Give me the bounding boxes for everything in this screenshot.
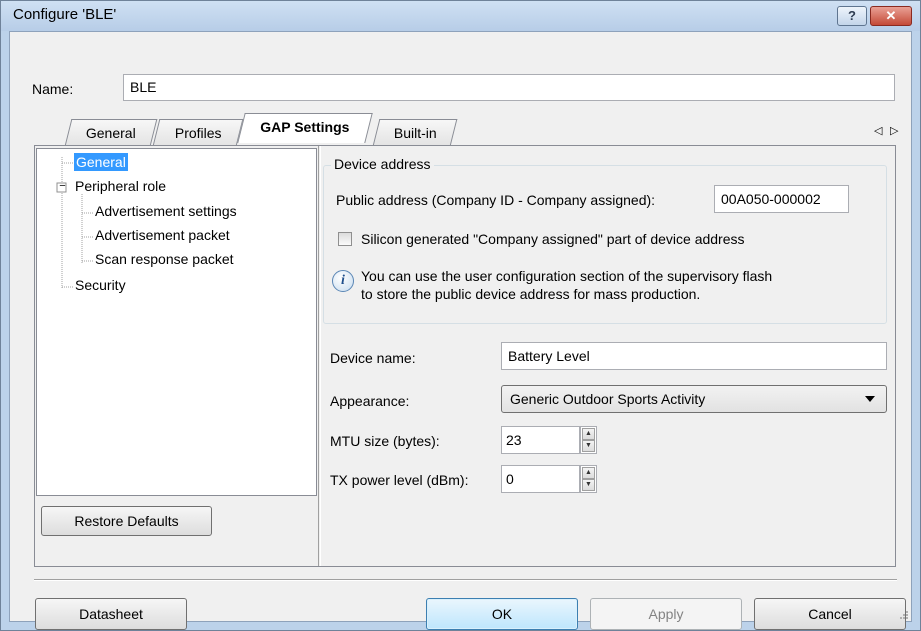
- close-button[interactable]: ✕: [870, 6, 912, 26]
- cancel-button[interactable]: Cancel: [754, 598, 906, 630]
- tx-up-icon[interactable]: ▲: [582, 467, 595, 479]
- info-text-line1: You can use the user configuration secti…: [361, 268, 773, 284]
- tx-power-stepper[interactable]: ▲ ▼: [580, 465, 597, 493]
- bottom-separator: [34, 579, 897, 581]
- tab-gap-settings[interactable]: GAP Settings: [237, 113, 373, 143]
- resize-grip-icon[interactable]: [899, 610, 909, 620]
- info-icon: i: [332, 270, 354, 292]
- tab-profiles-label: Profiles: [174, 125, 222, 141]
- device-address-legend: Device address: [331, 156, 434, 172]
- tx-power-label: TX power level (dBm):: [330, 472, 469, 488]
- tab-scroll-left-icon[interactable]: ◁: [874, 124, 882, 137]
- name-input[interactable]: BLE: [123, 74, 895, 101]
- datasheet-button[interactable]: Datasheet: [35, 598, 187, 630]
- tree-item-security[interactable]: Security: [75, 277, 126, 293]
- public-address-input[interactable]: 00A050-000002: [714, 185, 849, 213]
- tree-item-peripheral-role[interactable]: Peripheral role: [75, 178, 166, 194]
- configure-dialog: Configure 'BLE' ? ✕ Name: BLE General Pr…: [0, 0, 921, 631]
- appearance-label: Appearance:: [330, 393, 410, 409]
- tree-item-scan-response-packet[interactable]: Scan response packet: [95, 251, 234, 267]
- silicon-generated-checkbox[interactable]: [338, 232, 352, 246]
- tx-down-icon[interactable]: ▼: [582, 479, 595, 491]
- mtu-size-input[interactable]: 23: [501, 426, 580, 454]
- title-bar[interactable]: Configure 'BLE' ? ✕: [1, 1, 920, 31]
- peripheral-expander-icon[interactable]: −: [58, 180, 67, 192]
- tree-item-general[interactable]: General: [74, 153, 128, 171]
- mtu-down-icon[interactable]: ▼: [582, 440, 595, 452]
- help-button[interactable]: ?: [837, 6, 867, 26]
- window-title: Configure 'BLE': [13, 6, 117, 23]
- ok-button[interactable]: OK: [426, 598, 578, 630]
- appearance-dropdown[interactable]: Generic Outdoor Sports Activity: [501, 385, 887, 413]
- info-text-line2: to store the public device address for m…: [361, 286, 701, 302]
- tab-gap-settings-label: GAP Settings: [260, 119, 350, 135]
- tree-item-advertisement-packet[interactable]: Advertisement packet: [95, 227, 230, 243]
- tab-general-label: General: [85, 125, 136, 141]
- name-label: Name:: [32, 81, 74, 97]
- mtu-size-stepper[interactable]: ▲ ▼: [580, 426, 597, 454]
- mtu-size-label: MTU size (bytes):: [330, 433, 440, 449]
- tx-power-input[interactable]: 0: [501, 465, 580, 493]
- tab-general[interactable]: General: [64, 119, 158, 146]
- restore-defaults-button[interactable]: Restore Defaults: [41, 506, 212, 536]
- pane-splitter[interactable]: [318, 146, 321, 566]
- tab-strip: General Profiles GAP Settings Built-in ◁…: [10, 113, 910, 146]
- tab-scroll-right-icon[interactable]: ▷: [890, 124, 898, 137]
- tab-built-in-label: Built-in: [393, 125, 437, 141]
- device-name-label: Device name:: [330, 350, 416, 366]
- tab-profiles[interactable]: Profiles: [152, 119, 244, 146]
- apply-button[interactable]: Apply: [590, 598, 742, 630]
- settings-tree: − General Peripheral role Advertisement …: [36, 148, 317, 496]
- dialog-body: Name: BLE General Profiles GAP Settings …: [9, 31, 912, 630]
- dropdown-arrow-icon: [865, 396, 875, 402]
- device-name-input[interactable]: Battery Level: [501, 342, 887, 370]
- tab-built-in[interactable]: Built-in: [372, 119, 458, 146]
- silicon-generated-label[interactable]: Silicon generated "Company assigned" par…: [361, 231, 745, 247]
- appearance-value: Generic Outdoor Sports Activity: [510, 391, 706, 407]
- public-address-label: Public address (Company ID - Company ass…: [336, 192, 656, 208]
- mtu-up-icon[interactable]: ▲: [582, 428, 595, 440]
- tree-item-advertisement-settings[interactable]: Advertisement settings: [95, 203, 237, 219]
